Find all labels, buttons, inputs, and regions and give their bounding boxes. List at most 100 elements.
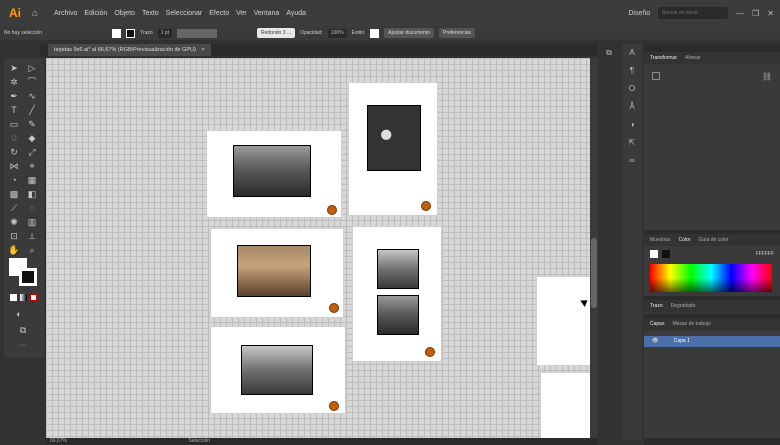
zoom-level[interactable]: 66,67% [50, 438, 67, 444]
artboard-card-5[interactable] [210, 326, 346, 414]
shaper-tool-icon[interactable]: ♢ [7, 132, 21, 144]
document-tab[interactable]: tarjetas 9x6.ai* al 66,67% (RGB/Previsua… [48, 44, 211, 56]
stock-search-input[interactable]: Buscar en stock [658, 7, 729, 19]
lasso-icon[interactable]: ⌒ [25, 76, 39, 88]
tab-swatches[interactable]: Muestras [650, 234, 671, 246]
line-tool-icon[interactable]: ╱ [25, 104, 39, 116]
color-mode-icon[interactable] [10, 294, 17, 301]
tab-stroke[interactable]: Trazo [650, 300, 663, 312]
reference-point-icon[interactable] [652, 72, 660, 80]
canvas[interactable] [46, 58, 598, 438]
magic-wand-icon[interactable]: ✲ [7, 76, 21, 88]
artboard-card-4[interactable] [352, 226, 442, 362]
menu-seleccionar[interactable]: Seleccionar [166, 10, 203, 17]
artboard-card-6[interactable] [536, 276, 592, 366]
tab-gradient[interactable]: Degradado [671, 300, 696, 312]
artboard-card-2[interactable] [348, 82, 438, 216]
restore-icon[interactable]: ❐ [752, 9, 759, 18]
direct-selection-tool-icon[interactable]: ▷ [25, 62, 39, 74]
shape-builder-icon[interactable]: ◔ [7, 174, 21, 186]
fill-swatch[interactable] [112, 28, 122, 38]
draw-mode-icon[interactable]: ◐ [12, 308, 26, 320]
blend-tool-icon[interactable]: ◌ [25, 202, 39, 214]
export-icon[interactable]: ⇱ [622, 134, 642, 152]
transparency-icon[interactable]: ◑ [622, 116, 642, 134]
eraser-icon[interactable]: ◆ [25, 132, 39, 144]
artboard-card-3[interactable] [210, 228, 344, 318]
free-transform-icon[interactable]: ⌖ [25, 160, 39, 172]
current-stroke-swatch[interactable] [662, 250, 670, 258]
menu-objeto[interactable]: Objeto [114, 10, 135, 17]
variable-width-profile[interactable] [177, 28, 218, 38]
menu-archivo[interactable]: Archivo [54, 10, 77, 17]
close-window-icon[interactable]: ✕ [767, 9, 774, 18]
constrain-icon[interactable]: ⛓ [762, 72, 772, 81]
tab-color[interactable]: Color [679, 234, 691, 246]
opacity-field[interactable]: 100% [327, 28, 347, 38]
gradient-tool-icon[interactable]: ◧ [25, 188, 39, 200]
links-icon[interactable]: ∞ [622, 152, 642, 170]
artboard-card-1[interactable] [206, 130, 342, 218]
width-tool-icon[interactable]: ⋈ [7, 160, 21, 172]
eyedropper-icon[interactable]: ⟋ [7, 202, 21, 214]
stroke-swatch[interactable] [126, 28, 136, 38]
preferences-button[interactable]: Preferencias [438, 28, 476, 38]
artboards-icon[interactable]: ⧉ [598, 44, 620, 62]
tab-color-guide[interactable]: Guía de color [699, 234, 729, 246]
vertical-scrollbar[interactable] [590, 58, 598, 438]
stroke-weight-field[interactable]: 1 pt [157, 28, 173, 38]
tab-align[interactable]: Alinear [685, 52, 701, 64]
curvature-tool-icon[interactable]: ∿ [25, 90, 39, 102]
fill-stroke-control[interactable] [9, 258, 39, 288]
paintbrush-icon[interactable]: ✎ [25, 118, 39, 130]
tab-artboards[interactable]: Mesas de trabajo [672, 318, 710, 330]
opentype-icon[interactable]: O [622, 80, 642, 98]
menu-efecto[interactable]: Efecto [209, 10, 229, 17]
artboard-card-7[interactable] [540, 372, 592, 438]
tab-transform[interactable]: Transformar [650, 52, 677, 64]
brush-definition-dropdown[interactable]: Redondo 3 ... [257, 28, 296, 38]
type-tool-icon[interactable]: T [7, 104, 21, 116]
layer-name[interactable]: Capa 1 [674, 338, 690, 344]
menu-texto[interactable]: Texto [142, 10, 159, 17]
workspace-switcher[interactable]: Diseño [628, 10, 650, 17]
minimize-icon[interactable]: — [736, 9, 744, 18]
screen-mode-icon[interactable]: ⧉ [16, 324, 30, 336]
hex-color-field[interactable]: FFFFFF [756, 251, 774, 257]
layer-row[interactable]: 👁 Capa 1 [644, 336, 780, 347]
color-spectrum[interactable] [650, 264, 772, 292]
style-swatch[interactable] [370, 28, 380, 38]
slice-tool-icon[interactable]: ⟂ [25, 230, 39, 242]
hand-tool-icon[interactable]: ✋ [7, 244, 21, 256]
rectangle-tool-icon[interactable]: ▭ [7, 118, 21, 130]
stroke-color-box[interactable] [19, 268, 37, 286]
menu-ver[interactable]: Ver [236, 10, 247, 17]
pen-tool-icon[interactable]: ✒ [7, 90, 21, 102]
none-mode-icon[interactable] [30, 294, 37, 301]
scrollbar-thumb[interactable] [591, 238, 597, 308]
gradient-mode-icon[interactable] [20, 294, 27, 301]
zoom-tool-icon[interactable]: ⌕ [25, 244, 39, 256]
selection-tool-icon[interactable]: ➤ [7, 62, 21, 74]
current-fill-swatch[interactable] [650, 250, 658, 258]
symbol-sprayer-icon[interactable]: ✺ [7, 216, 21, 228]
character-icon[interactable]: A [622, 44, 642, 62]
rotate-tool-icon[interactable]: ↻ [7, 146, 21, 158]
artboard-tool-icon[interactable]: ⊡ [7, 230, 21, 242]
document-setup-button[interactable]: Ajustar documento [384, 28, 434, 38]
visibility-eye-icon[interactable]: 👁 [652, 338, 658, 344]
scale-tool-icon[interactable]: ⤢ [25, 146, 39, 158]
tab-layers[interactable]: Capas [650, 318, 664, 330]
paragraph-icon[interactable]: ¶ [622, 62, 642, 80]
glyphs-icon[interactable]: Å [622, 98, 642, 116]
column-graph-icon[interactable]: ▥ [25, 216, 39, 228]
edit-toolbar-icon[interactable]: ··· [16, 340, 30, 352]
menu-edicion[interactable]: Edición [84, 10, 107, 17]
close-tab-icon[interactable]: × [201, 47, 204, 53]
status-bar: 66,67% Selección [46, 438, 598, 445]
perspective-grid-icon[interactable]: ▦ [25, 174, 39, 186]
menu-ventana[interactable]: Ventana [254, 10, 280, 17]
menu-ayuda[interactable]: Ayuda [286, 10, 306, 17]
home-icon[interactable]: ⌂ [32, 8, 46, 19]
mesh-tool-icon[interactable]: ▩ [7, 188, 21, 200]
